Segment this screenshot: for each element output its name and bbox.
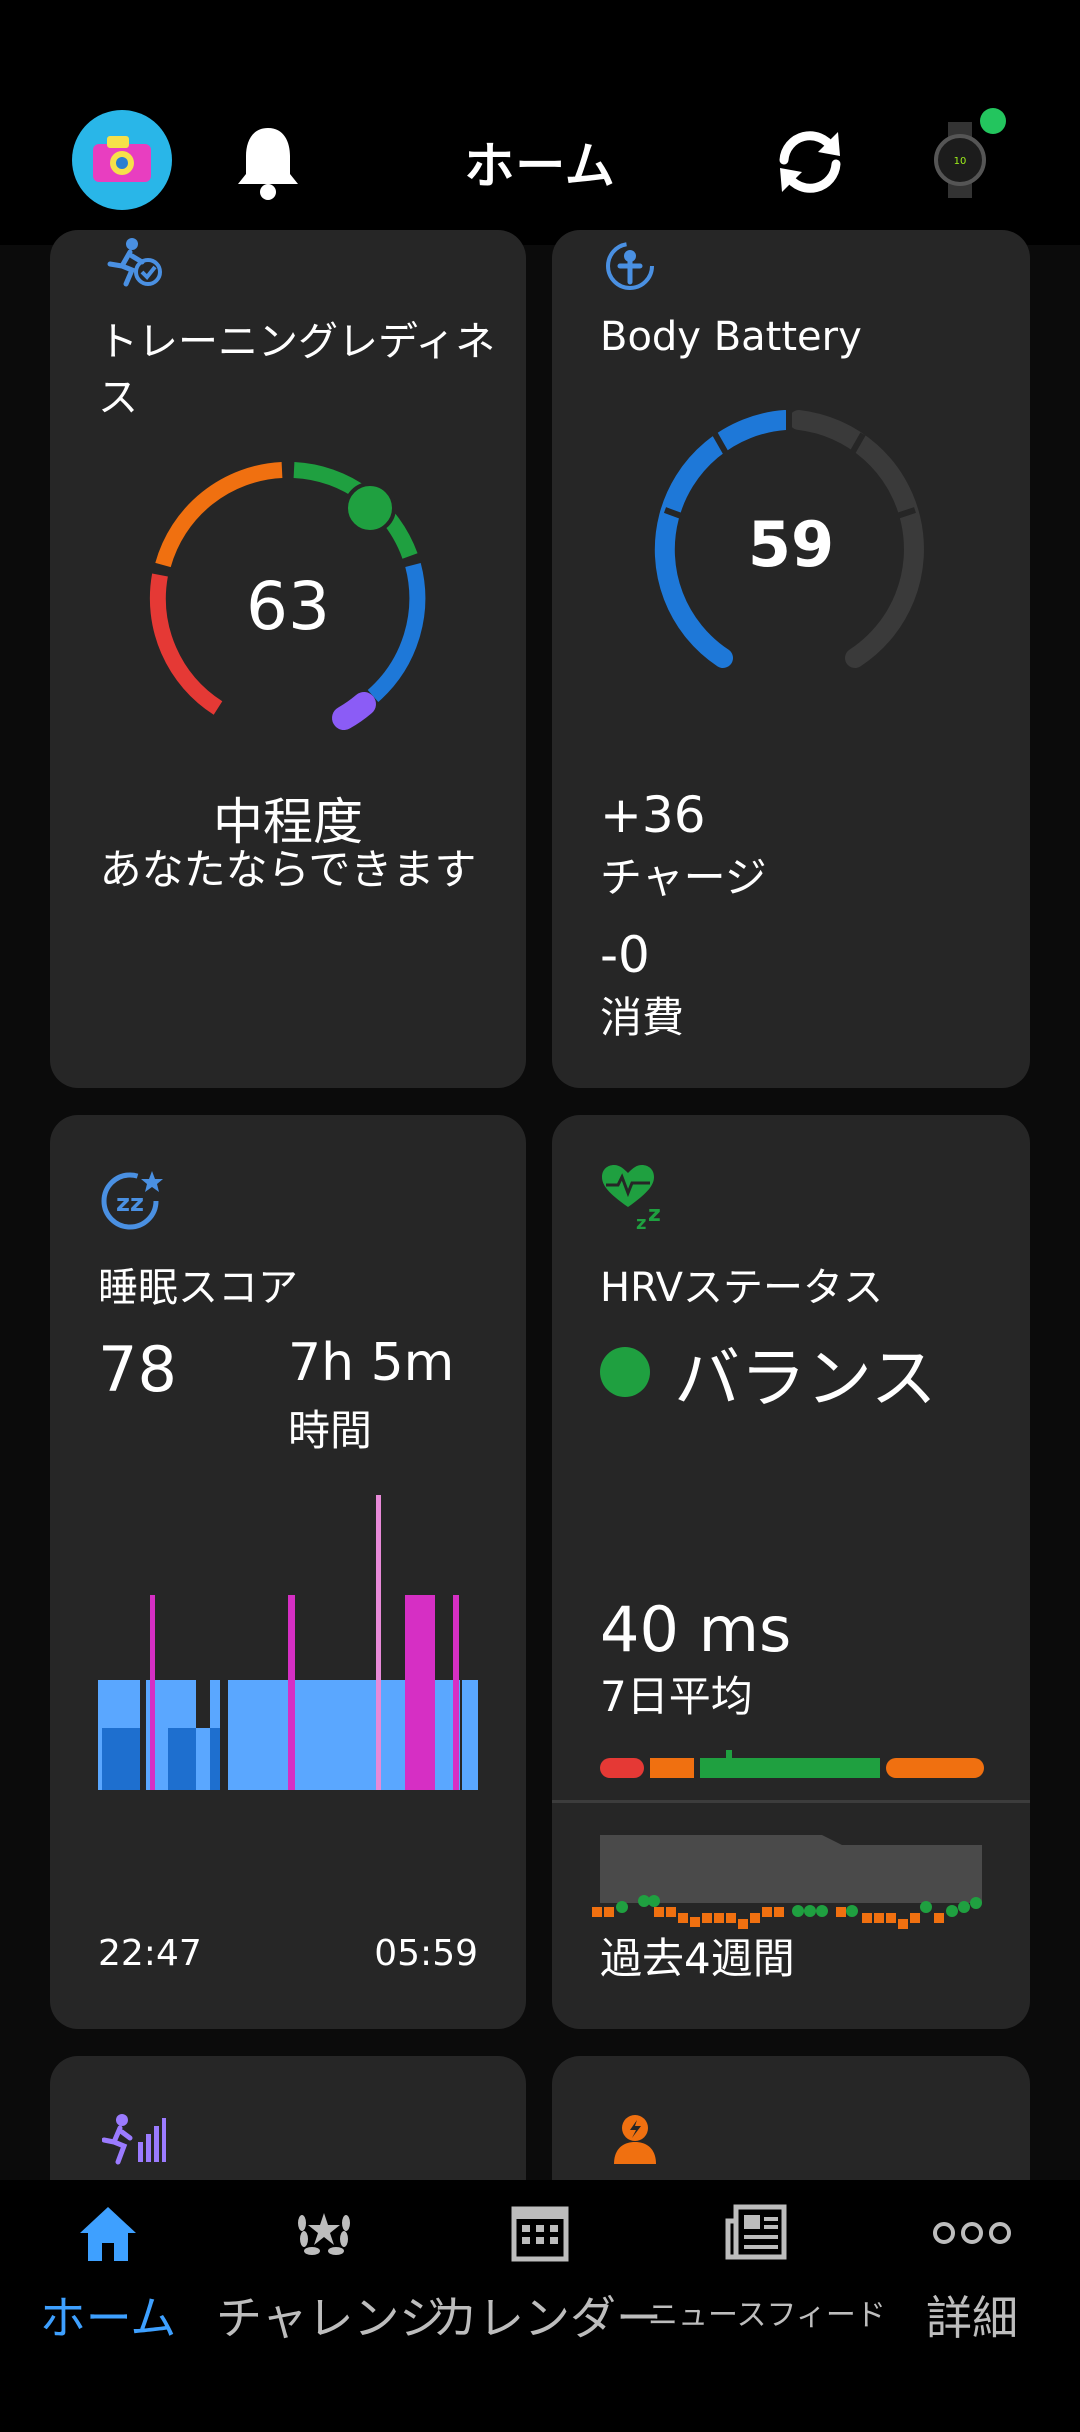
hrv-status: バランス (674, 1340, 937, 1417)
tab-challenges[interactable]: チャレンジ (216, 2200, 446, 2348)
newsfeed-icon (648, 2200, 864, 2266)
more-icon (864, 2200, 1080, 2266)
training-readiness-title: トレーニングレディネス (98, 319, 496, 421)
tab-home[interactable]: ホーム (0, 2200, 216, 2348)
page-title: ホーム (464, 137, 616, 195)
sleep-zzz-icon: zz (101, 1171, 163, 1230)
sleep-score-card[interactable]: zz 睡眠スコア 78 7h 5m 時間 22:47 05:59 (50, 1115, 526, 2029)
hrv-title: HRVステータス (600, 1265, 884, 1311)
body-battery-drain-label: 消費 (600, 993, 685, 1042)
hrv-average-label: 7日平均 (600, 1672, 753, 1721)
body-battery-value: 59 (747, 508, 835, 581)
hrv-range-bar (600, 1750, 984, 1778)
body-battery-title: Body Battery (600, 314, 862, 360)
body-battery-drain-value: -0 (600, 926, 650, 984)
sleep-start-time: 22:47 (98, 1933, 202, 1974)
svg-text:zz: zz (116, 1189, 144, 1217)
training-readiness-score: 63 (246, 568, 330, 645)
tab-challenges-label: チャレンジ (216, 2291, 446, 2345)
body-battery-charge-label: チャージ (600, 853, 767, 902)
tab-more-label: 詳細 (926, 2291, 1018, 2345)
tab-more[interactable]: 詳細 (864, 2200, 1080, 2348)
sync-icon[interactable] (770, 122, 850, 202)
calendar-icon (432, 2200, 648, 2266)
hrv-period-label: 過去4週間 (600, 1934, 795, 1983)
tab-calendar[interactable]: カレンダー (432, 2200, 662, 2348)
hrv-heart-icon: z z (602, 1165, 661, 1231)
hrv-status-dot (600, 1347, 650, 1397)
sleep-duration: 7h 5m (288, 1333, 455, 1393)
body-battery-charge-value: +36 (600, 786, 706, 844)
intensity-runner-icon (102, 2114, 166, 2165)
training-readiness-card[interactable]: トレーニングレディネス 63 中程度 あなたならできます (50, 230, 526, 1088)
stress-person-icon (614, 2115, 656, 2164)
svg-text:z: z (648, 1202, 661, 1227)
tab-newsfeed-label: ニュースフィード (648, 2298, 886, 2333)
body-battery-card[interactable]: Body Battery 59 +36 チャージ -0 消費 (552, 230, 1030, 1088)
home-icon (0, 2200, 216, 2266)
sleep-score: 78 (98, 1333, 177, 1406)
sleep-duration-label: 時間 (288, 1406, 373, 1455)
sleep-end-time: 05:59 (374, 1933, 478, 1974)
tab-newsfeed[interactable]: ニュースフィード (648, 2200, 886, 2334)
sleep-stages-chart (98, 1495, 478, 1790)
divider (552, 1800, 1030, 1803)
training-readiness-message: あなたならできます (99, 845, 477, 894)
body-battery-person-icon (606, 242, 654, 290)
sleep-title: 睡眠スコア (98, 1265, 298, 1311)
hrv-average: 40 ms (600, 1593, 792, 1666)
watch-device-icon[interactable]: 10 (928, 120, 992, 200)
hrv-status-card[interactable]: z z HRVステータス バランス 40 ms 7日平均 過去4週間 (552, 1115, 1030, 2029)
laurel-icon (216, 2200, 432, 2266)
tab-home-label: ホーム (39, 2291, 177, 2345)
svg-text:10: 10 (954, 156, 967, 167)
app-header: ホーム 10 (0, 0, 1080, 245)
connection-status-dot (980, 108, 1006, 134)
runner-check-icon (107, 238, 162, 287)
hrv-four-week-chart (592, 1835, 982, 1929)
tab-calendar-label: カレンダー (432, 2291, 662, 2345)
svg-text:z: z (636, 1213, 646, 1231)
